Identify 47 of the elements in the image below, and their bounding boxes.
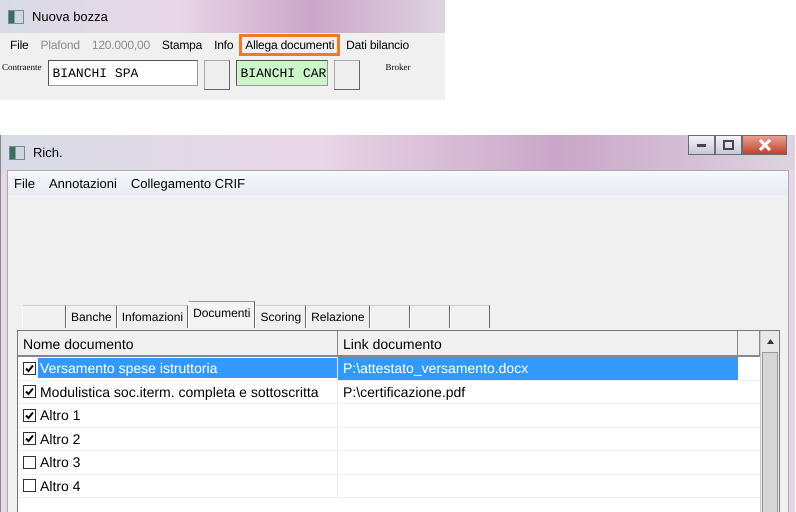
- close-button[interactable]: [742, 135, 787, 155]
- menu-item[interactable]: Stampa: [156, 34, 208, 56]
- tab[interactable]: Documenti: [188, 301, 256, 328]
- menu-item[interactable]: Annotazioni: [48, 176, 117, 190]
- window-title: Rich.: [33, 145, 63, 160]
- checkbox[interactable]: [23, 385, 36, 398]
- table-cell[interactable]: Altro 1: [38, 405, 82, 426]
- column-header: [738, 331, 760, 357]
- scroll-up-icon[interactable]: [766, 339, 774, 344]
- lookup-button[interactable]: [204, 60, 230, 90]
- table-cell[interactable]: Altro 2: [38, 428, 82, 449]
- tab[interactable]: [410, 305, 450, 328]
- menu-item[interactable]: File: [4, 34, 35, 56]
- maximize-button[interactable]: [715, 135, 742, 155]
- tab[interactable]: [22, 305, 66, 328]
- checkbox[interactable]: [23, 362, 36, 375]
- menu-item[interactable]: Collegamento CRIF: [130, 176, 246, 190]
- tab[interactable]: [450, 305, 490, 328]
- tab[interactable]: Relazione: [306, 305, 370, 328]
- menu-item[interactable]: Dati bilancio: [340, 34, 415, 56]
- checkbox[interactable]: [23, 456, 36, 469]
- checkbox[interactable]: [23, 432, 36, 446]
- menu-item[interactable]: Allega documenti: [239, 34, 340, 56]
- column-header[interactable]: Link documento: [338, 331, 738, 357]
- table-cell[interactable]: Altro 4: [38, 476, 82, 496]
- table-cell[interactable]: Modulistica soc.iterm. completa e sottoscritta: [38, 382, 321, 402]
- input-field[interactable]: BIANCHI CAR: [236, 60, 328, 86]
- menu-item[interactable]: Info: [208, 34, 240, 56]
- table-cell[interactable]: P:\certificazione.pdf: [343, 384, 466, 400]
- checkbox[interactable]: [23, 408, 36, 422]
- app-icon: [8, 10, 24, 24]
- close-icon: [758, 139, 772, 151]
- minimize-button[interactable]: [688, 135, 715, 155]
- checkbox[interactable]: [23, 479, 36, 492]
- window-title: Nuova bozza: [32, 9, 108, 24]
- field-label: Contraente: [2, 62, 42, 72]
- field-label: Broker: [386, 62, 410, 72]
- tab[interactable]: Banche: [66, 305, 117, 328]
- tab[interactable]: Scoring: [255, 305, 306, 328]
- menu-item[interactable]: File: [14, 176, 35, 190]
- input-field[interactable]: BIANCHI SPA: [48, 60, 198, 86]
- app-icon: [9, 146, 25, 160]
- lookup-button[interactable]: [334, 60, 360, 90]
- tab[interactable]: [370, 305, 410, 328]
- table-cell[interactable]: Altro 3: [38, 452, 82, 472]
- scrollbar[interactable]: [760, 331, 779, 512]
- column-header[interactable]: Nome documento: [18, 331, 338, 357]
